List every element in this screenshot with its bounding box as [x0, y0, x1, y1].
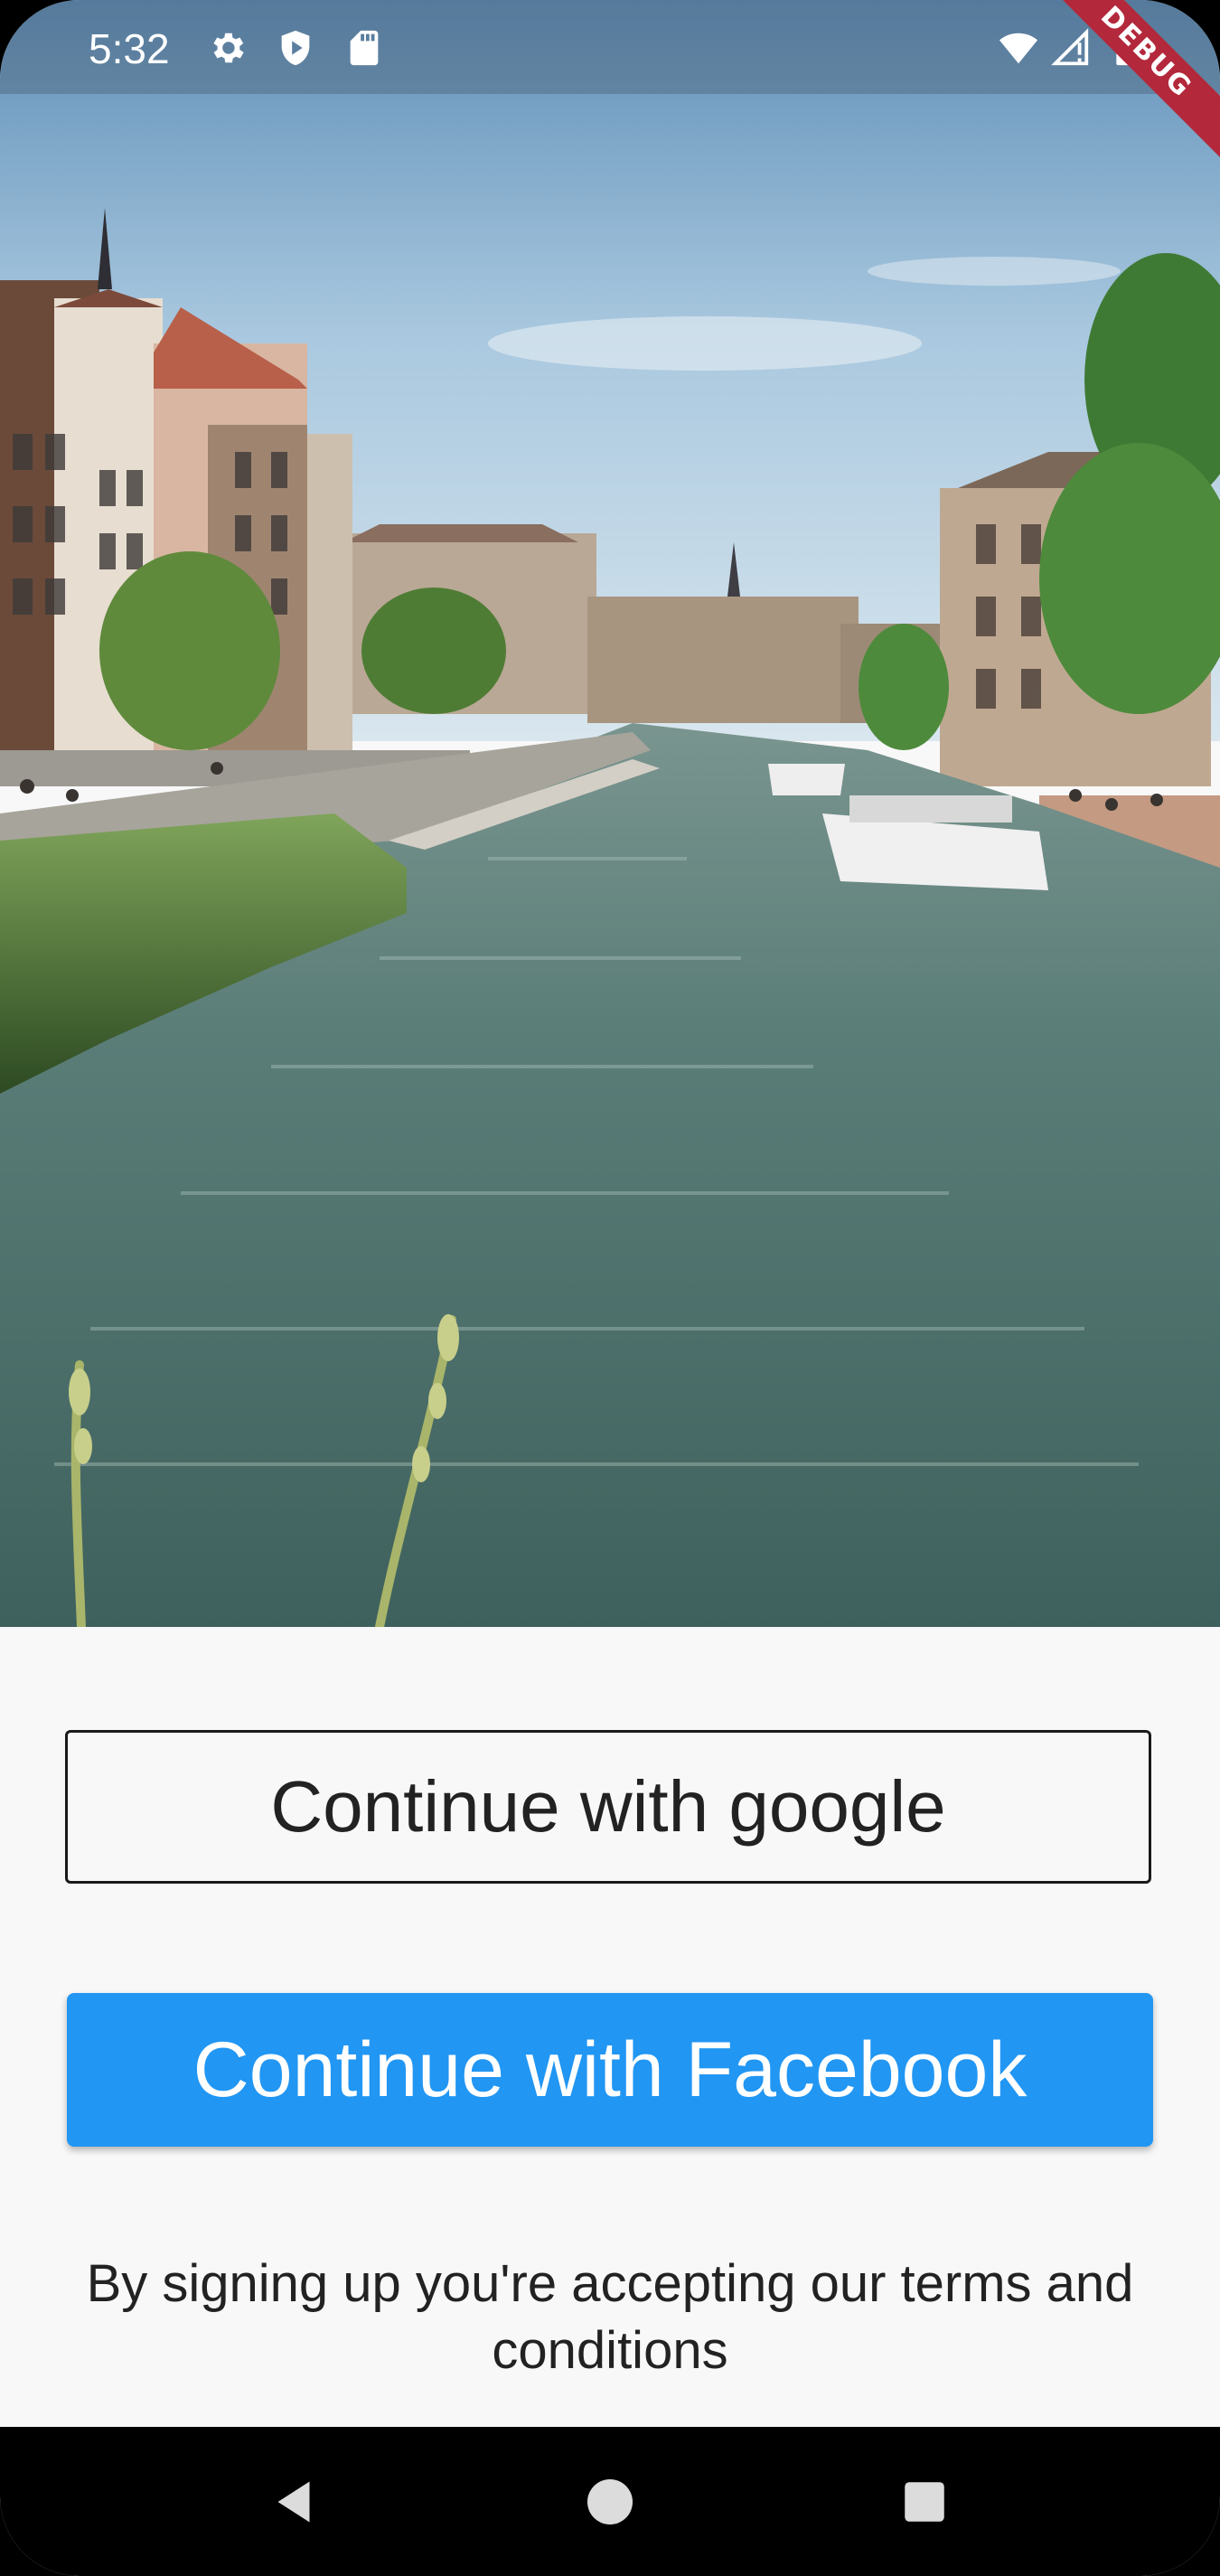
continue-with-google-button[interactable]: Continue with google [65, 1730, 1151, 1884]
navigation-bar [0, 2427, 1220, 2576]
recents-icon[interactable] [884, 2461, 965, 2543]
status-time: 5:32 [89, 25, 170, 72]
terms-text: By signing up you're accepting our terms… [86, 2254, 1134, 2380]
app-screen: 5:32 DEBUG Continue with google Continue… [0, 0, 1220, 2576]
status-bar: 5:32 DEBUG [0, 0, 1220, 171]
shield-icon [275, 27, 316, 69]
home-icon[interactable] [569, 2461, 651, 2543]
continue-with-facebook-button[interactable]: Continue with Facebook [67, 1993, 1153, 2147]
settings-icon [206, 27, 248, 69]
sd-card-icon [343, 27, 385, 69]
back-icon[interactable] [253, 2461, 334, 2543]
hero-image [0, 0, 1220, 1627]
signal-icon [1050, 27, 1092, 69]
wifi-icon [998, 27, 1039, 69]
